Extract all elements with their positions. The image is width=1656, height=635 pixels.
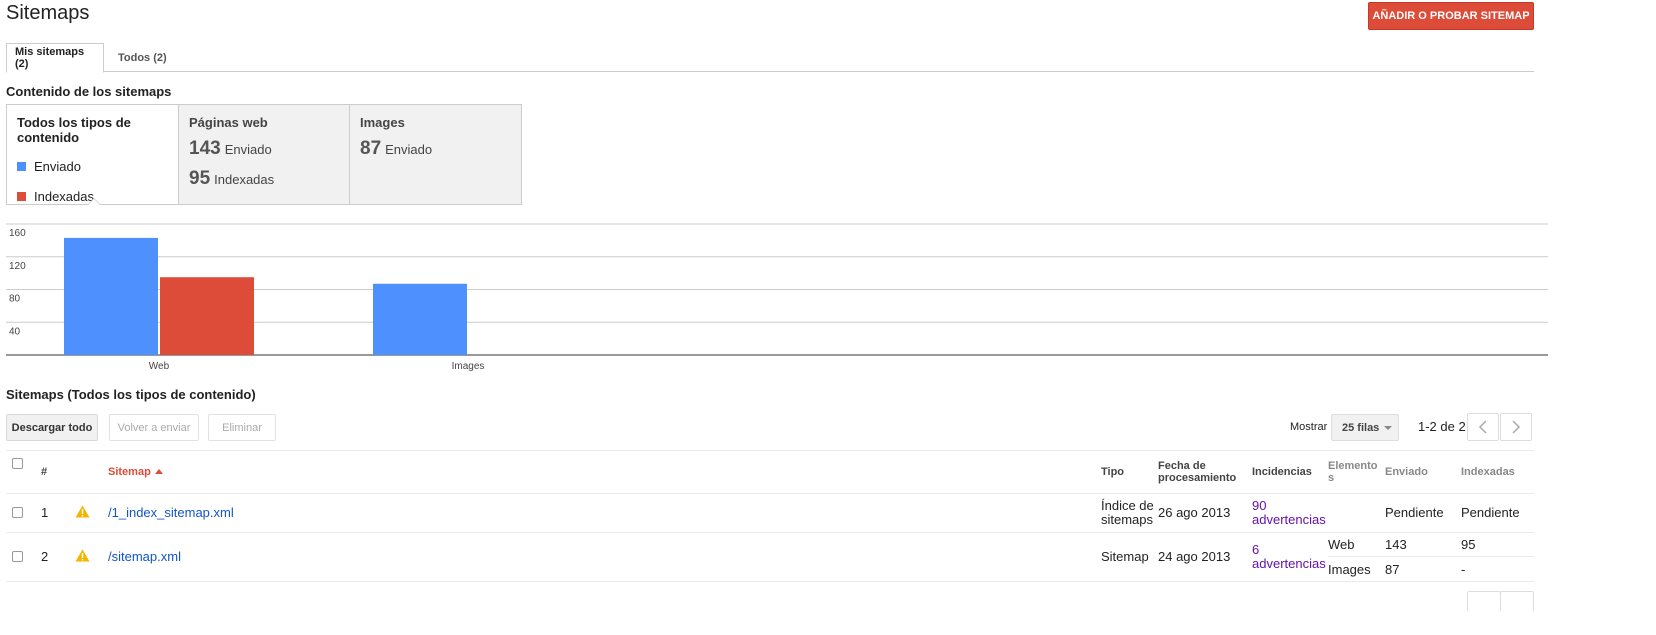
resubmit-button[interactable]: Volver a enviar <box>109 414 199 441</box>
content-type-selector: Todos los tipos de contenido Enviado Ind… <box>6 104 522 205</box>
warning-icon <box>75 549 90 562</box>
web-submitted-value: 143 <box>189 138 221 159</box>
col-header-processed[interactable]: Fecha de procesamiento <box>1158 460 1244 484</box>
col-header-issues[interactable]: Incidencias <box>1252 466 1312 478</box>
next-page-button[interactable] <box>1500 413 1532 441</box>
sitemaps-section-title: Sitemaps (Todos los tipos de contenido) <box>6 387 256 402</box>
chevron-right-icon <box>1512 420 1521 434</box>
row-number: 2 <box>41 549 49 564</box>
row-divider <box>6 532 1534 533</box>
content-type-all[interactable]: Todos los tipos de contenido Enviado Ind… <box>7 105 179 205</box>
legend-indexed-label: Indexadas <box>34 189 94 204</box>
x-tick-label: Web <box>149 361 170 372</box>
row-divider <box>6 581 1534 582</box>
legend-submitted: Enviado <box>17 159 168 174</box>
indexed-count: Pendiente <box>1461 505 1520 520</box>
bar-images-submitted <box>373 283 467 355</box>
download-all-button[interactable]: Descargar todo <box>6 414 98 441</box>
row-checkbox[interactable] <box>12 551 23 562</box>
processed-date: 26 ago 2013 <box>1158 505 1231 520</box>
content-type-images[interactable]: Images 87 Enviado <box>350 105 521 204</box>
y-tick-label: 40 <box>9 326 21 337</box>
bar-web-indexed <box>160 277 254 355</box>
submitted-count: 87 <box>1385 562 1400 577</box>
submitted-count: Pendiente <box>1385 505 1444 520</box>
chevron-down-icon <box>1384 425 1393 430</box>
chevron-left-icon <box>1478 420 1487 434</box>
x-tick-label: Images <box>452 361 485 372</box>
y-tick-label: 80 <box>9 294 21 305</box>
web-indexed-value: 95 <box>189 168 211 189</box>
y-tick-label: 160 <box>9 228 26 239</box>
tab-bar: Mis sitemaps (2) Todos (2) <box>6 43 1534 73</box>
row-number: 1 <box>41 505 49 520</box>
indexed-count: 95 <box>1461 537 1476 552</box>
content-type-all-heading: Todos los tipos de contenido <box>17 115 131 145</box>
sitemap-type: Sitemap <box>1101 549 1149 564</box>
pagination-range: 1-2 de 2 <box>1418 419 1466 434</box>
sitemap-link[interactable]: /1_index_sitemap.xml <box>108 506 234 520</box>
select-all-checkbox[interactable] <box>12 458 23 469</box>
web-submitted-label: Enviado <box>224 142 272 157</box>
prev-page-button[interactable] <box>1467 413 1499 441</box>
y-tick-label: 120 <box>9 261 26 272</box>
sort-ascending-icon <box>154 469 163 474</box>
warning-icon <box>75 505 90 518</box>
bar-web-submitted <box>64 237 158 355</box>
row-divider <box>6 493 1534 494</box>
col-header-type[interactable]: Tipo <box>1101 466 1124 478</box>
tab-my-sitemaps[interactable]: Mis sitemaps (2) <box>6 43 104 73</box>
sitemap-type: Índice de sitemaps <box>1101 498 1154 527</box>
bottom-prev-page-button[interactable] <box>1467 591 1501 611</box>
web-indexed-stat: 95 Indexadas <box>189 168 339 190</box>
delete-button[interactable]: Eliminar <box>208 414 276 441</box>
issues-link[interactable]: 90 advertencias <box>1252 499 1326 527</box>
web-submitted-stat: 143 Enviado <box>189 138 339 160</box>
rows-per-page-select[interactable]: 25 filas <box>1331 414 1399 441</box>
web-indexed-label: Indexadas <box>214 172 275 187</box>
row-checkbox[interactable] <box>12 507 23 518</box>
legend-swatch-submitted <box>17 162 26 171</box>
indexed-count: - <box>1461 562 1466 577</box>
selected-pointer <box>87 198 101 205</box>
content-type-images-heading: Images <box>360 115 405 130</box>
page-title: Sitemaps <box>6 2 90 24</box>
tab-all[interactable]: Todos (2) <box>110 43 175 72</box>
col-header-num: # <box>41 466 48 478</box>
col-header-items: Elementos <box>1328 460 1378 484</box>
col-header-submitted: Enviado <box>1385 466 1428 478</box>
bottom-next-page-button[interactable] <box>1500 591 1534 611</box>
col-header-sitemap[interactable]: Sitemap <box>108 466 163 478</box>
issues-link[interactable]: 6 advertencias <box>1252 543 1326 571</box>
processed-date: 24 ago 2013 <box>1158 549 1231 564</box>
table-top-border <box>6 450 1534 451</box>
images-submitted-label: Enviado <box>385 142 433 157</box>
item-kind: Web <box>1328 537 1355 552</box>
legend-swatch-indexed <box>17 192 26 201</box>
rows-per-page-value: 25 filas <box>1342 421 1380 434</box>
content-type-web[interactable]: Páginas web 143 Enviado 95 Indexadas <box>179 105 350 204</box>
show-rows-label: Mostrar <box>1290 421 1328 433</box>
images-submitted-stat: 87 Enviado <box>360 138 511 160</box>
submitted-count: 143 <box>1385 537 1407 552</box>
col-header-indexed: Indexadas <box>1461 466 1515 478</box>
add-or-test-sitemap-button[interactable]: AÑADIR O PROBAR SITEMAP <box>1368 2 1534 30</box>
sub-row-divider <box>1328 556 1534 557</box>
col-header-sitemap-label: Sitemap <box>108 466 151 478</box>
images-submitted-value: 87 <box>360 138 382 159</box>
sitemap-link[interactable]: /sitemap.xml <box>108 550 181 564</box>
item-kind: Images <box>1328 562 1371 577</box>
content-section-title: Contenido de los sitemaps <box>6 84 172 99</box>
legend-submitted-label: Enviado <box>34 159 81 174</box>
content-type-web-heading: Páginas web <box>189 115 268 130</box>
sitemap-bar-chart: 40 80 120 160 Web Images <box>6 223 1548 372</box>
